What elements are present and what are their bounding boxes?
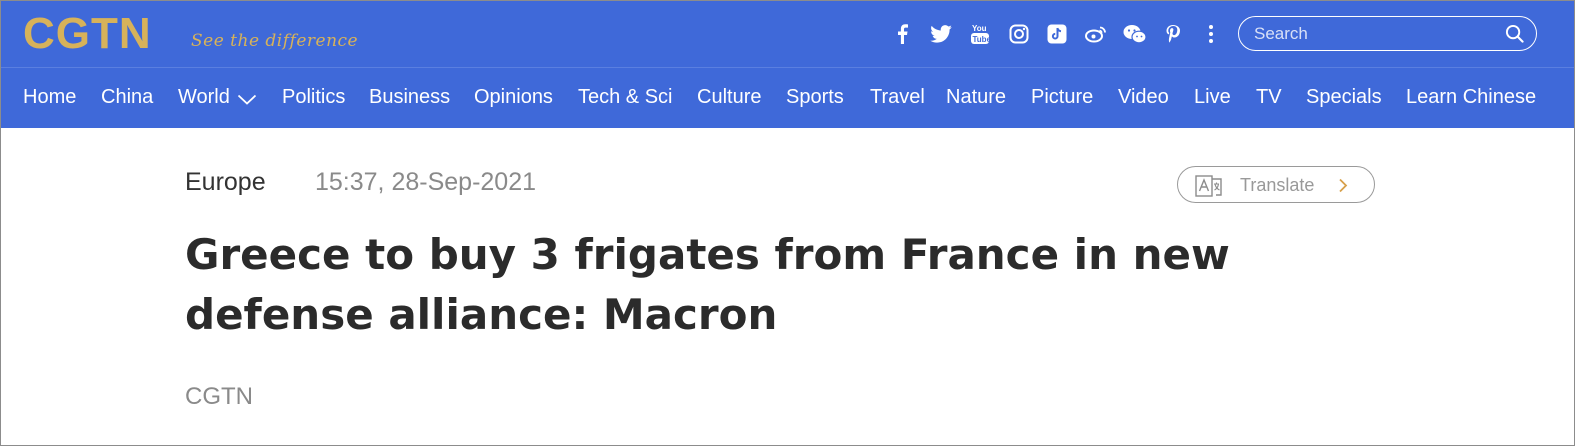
cgtn-logo[interactable]: CGTN [23, 11, 152, 57]
article-headline: Greece to buy 3 frigates from France in … [185, 230, 1230, 339]
nav-item-video[interactable]: Video [1118, 85, 1169, 109]
slogan: See the difference [191, 31, 359, 51]
nav-item-culture[interactable]: Culture [697, 85, 761, 109]
nav-item-live[interactable]: Live [1194, 85, 1231, 109]
weibo-icon[interactable] [1082, 19, 1110, 49]
search-input[interactable] [1254, 23, 1494, 45]
instagram-icon[interactable] [1006, 19, 1032, 49]
search-icon[interactable] [1505, 24, 1524, 48]
twitter-icon[interactable] [928, 19, 954, 49]
facebook-icon[interactable] [890, 19, 914, 49]
more-icon[interactable] [1199, 19, 1223, 49]
svg-text:Tube: Tube [973, 35, 991, 44]
chevron-right-icon [1338, 178, 1348, 198]
top-header: CGTN See the difference You Tube [1, 1, 1574, 67]
article-timestamp: 15:37, 28-Sep-2021 [315, 168, 537, 196]
nav-item-tech-sci[interactable]: Tech & Sci [578, 85, 672, 109]
tiktok-icon[interactable] [1044, 19, 1070, 49]
article-source: CGTN [185, 383, 253, 410]
nav-item-tv[interactable]: TV [1256, 85, 1282, 109]
pinterest-icon[interactable] [1161, 19, 1185, 49]
nav-item-china[interactable]: China [101, 85, 153, 109]
article-category[interactable]: Europe [185, 168, 266, 197]
nav-item-opinions[interactable]: Opinions [474, 85, 553, 109]
nav-item-travel[interactable]: Travel [870, 85, 925, 109]
nav-item-politics[interactable]: Politics [282, 85, 345, 109]
nav-item-sports[interactable]: Sports [786, 85, 844, 109]
svg-text:You: You [972, 24, 987, 33]
nav-item-home[interactable]: Home [23, 85, 76, 109]
youtube-icon[interactable]: You Tube [967, 19, 993, 49]
nav-item-business[interactable]: Business [369, 85, 450, 109]
nav-item-world[interactable]: World [178, 85, 230, 109]
nav-item-learn-chinese[interactable]: Learn Chinese [1406, 85, 1536, 109]
nav-item-specials[interactable]: Specials [1306, 85, 1382, 109]
main-nav: Home China World Politics Business Opini… [1, 67, 1574, 128]
search-box[interactable] [1238, 16, 1537, 51]
nav-item-picture[interactable]: Picture [1031, 85, 1093, 109]
wechat-icon[interactable] [1121, 19, 1149, 49]
translate-button[interactable]: Translate [1177, 166, 1375, 203]
nav-item-nature[interactable]: Nature [946, 85, 1006, 109]
translate-label: Translate [1240, 175, 1315, 195]
chevron-down-icon[interactable] [237, 92, 257, 110]
translate-icon [1195, 175, 1223, 202]
